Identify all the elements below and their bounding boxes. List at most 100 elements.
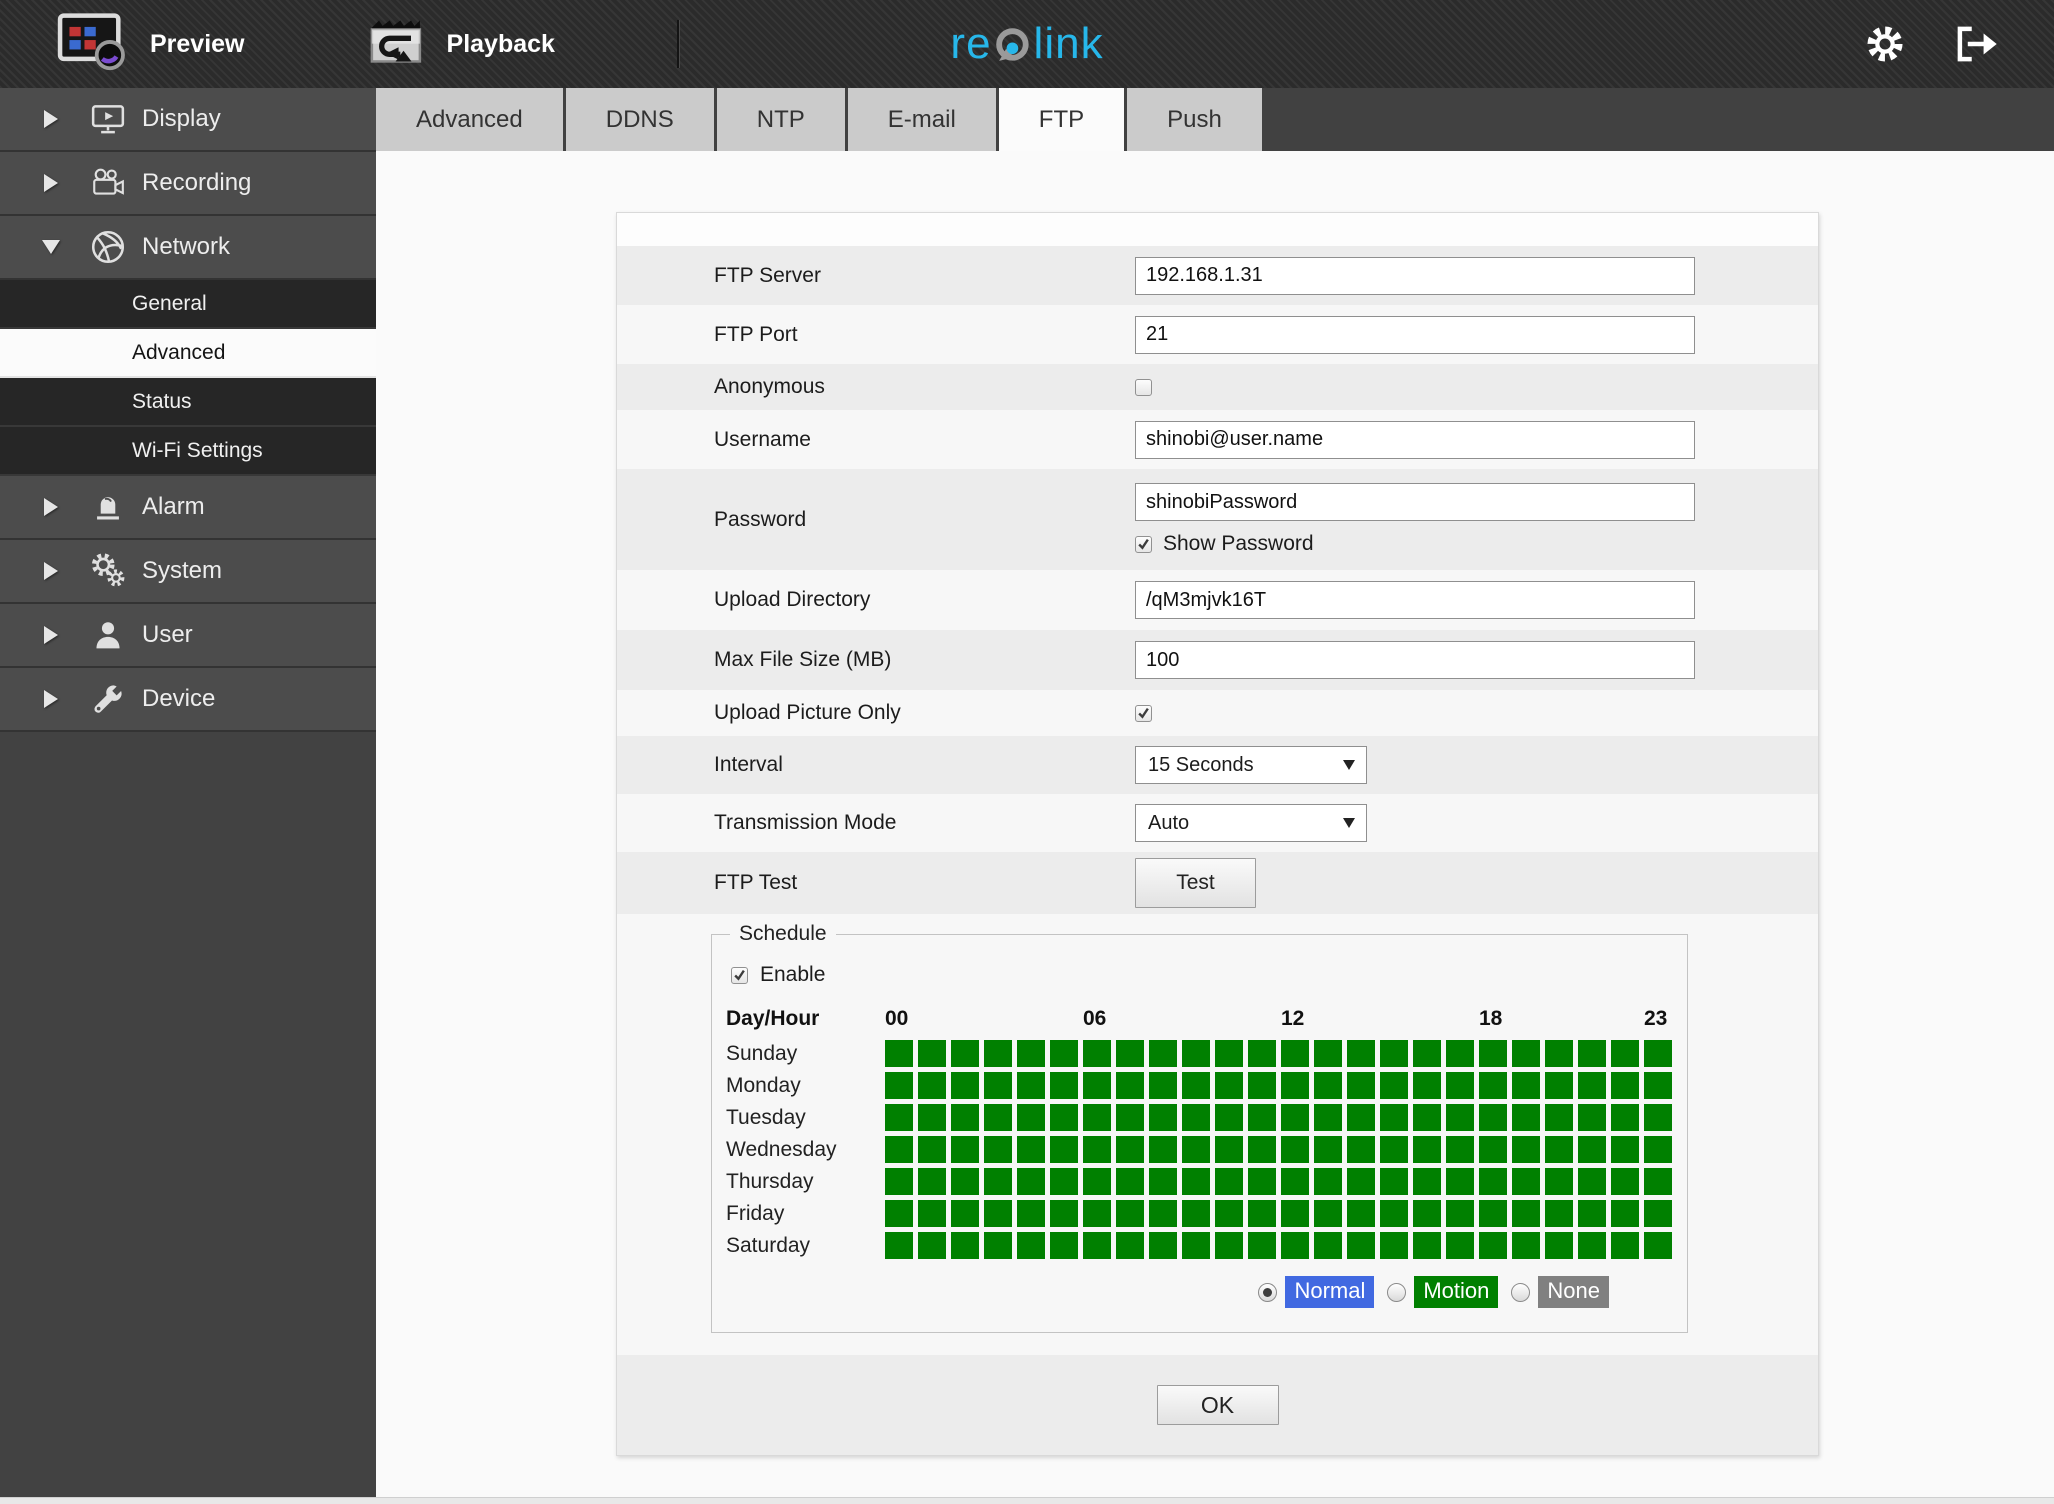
schedule-cell[interactable] xyxy=(1611,1104,1639,1131)
schedule-cell[interactable] xyxy=(1545,1168,1573,1195)
schedule-cell[interactable] xyxy=(1545,1232,1573,1259)
schedule-cell[interactable] xyxy=(1314,1168,1342,1195)
schedule-cell[interactable] xyxy=(1017,1136,1045,1163)
schedule-cell[interactable] xyxy=(1347,1072,1375,1099)
schedule-cell[interactable] xyxy=(1578,1072,1606,1099)
sidebar-item-wi-fi-settings[interactable]: Wi-Fi Settings xyxy=(0,427,376,476)
schedule-cell[interactable] xyxy=(1149,1200,1177,1227)
schedule-cell[interactable] xyxy=(1644,1168,1672,1195)
show-password-checkbox[interactable] xyxy=(1135,535,1152,553)
schedule-cell[interactable] xyxy=(1446,1232,1474,1259)
schedule-cell[interactable] xyxy=(1446,1168,1474,1195)
schedule-cell[interactable] xyxy=(1314,1104,1342,1131)
schedule-cell[interactable] xyxy=(1215,1136,1243,1163)
schedule-cell[interactable] xyxy=(1314,1232,1342,1259)
schedule-cell[interactable] xyxy=(1479,1168,1507,1195)
schedule-cell[interactable] xyxy=(1611,1200,1639,1227)
schedule-cell[interactable] xyxy=(1248,1104,1276,1131)
schedule-cell[interactable] xyxy=(1644,1232,1672,1259)
schedule-cell[interactable] xyxy=(984,1200,1012,1227)
schedule-cell[interactable] xyxy=(918,1072,946,1099)
schedule-cell[interactable] xyxy=(1644,1072,1672,1099)
schedule-cell[interactable] xyxy=(984,1232,1012,1259)
ftp-port-input[interactable] xyxy=(1135,315,1695,354)
schedule-cell[interactable] xyxy=(1248,1040,1276,1067)
schedule-cell[interactable] xyxy=(1512,1200,1540,1227)
schedule-cell[interactable] xyxy=(1314,1200,1342,1227)
schedule-cell[interactable] xyxy=(1182,1232,1210,1259)
schedule-cell[interactable] xyxy=(1248,1200,1276,1227)
schedule-cell[interactable] xyxy=(1116,1040,1144,1067)
schedule-cell[interactable] xyxy=(885,1136,913,1163)
schedule-cell[interactable] xyxy=(1215,1232,1243,1259)
schedule-cell[interactable] xyxy=(885,1040,913,1067)
schedule-cell[interactable] xyxy=(951,1104,979,1131)
schedule-cell[interactable] xyxy=(1644,1104,1672,1131)
schedule-cell[interactable] xyxy=(1083,1200,1111,1227)
schedule-cell[interactable] xyxy=(1050,1200,1078,1227)
schedule-cell[interactable] xyxy=(918,1040,946,1067)
schedule-cell[interactable] xyxy=(1413,1072,1441,1099)
schedule-cell[interactable] xyxy=(1347,1104,1375,1131)
schedule-cell[interactable] xyxy=(1281,1232,1309,1259)
schedule-cell[interactable] xyxy=(951,1168,979,1195)
schedule-cell[interactable] xyxy=(1545,1072,1573,1099)
schedule-enable-checkbox[interactable] xyxy=(731,966,748,984)
schedule-cell[interactable] xyxy=(1083,1104,1111,1131)
schedule-enable-toggle[interactable]: Enable xyxy=(731,963,1687,987)
sidebar-item-recording[interactable]: Recording xyxy=(0,152,376,216)
schedule-cell[interactable] xyxy=(984,1104,1012,1131)
schedule-cell[interactable] xyxy=(918,1104,946,1131)
ok-button[interactable]: OK xyxy=(1156,1385,1279,1425)
schedule-cell[interactable] xyxy=(1380,1232,1408,1259)
schedule-cell[interactable] xyxy=(1314,1136,1342,1163)
schedule-cell[interactable] xyxy=(1017,1104,1045,1131)
schedule-cell[interactable] xyxy=(918,1168,946,1195)
schedule-cell[interactable] xyxy=(1578,1200,1606,1227)
sidebar-item-display[interactable]: Display xyxy=(0,88,376,152)
schedule-cell[interactable] xyxy=(1578,1040,1606,1067)
mode-motion[interactable]: Motion xyxy=(1387,1276,1499,1308)
schedule-cell[interactable] xyxy=(1479,1104,1507,1131)
schedule-cell[interactable] xyxy=(1017,1040,1045,1067)
tab-push[interactable]: Push xyxy=(1127,88,1262,151)
schedule-cell[interactable] xyxy=(1116,1232,1144,1259)
schedule-cell[interactable] xyxy=(885,1168,913,1195)
schedule-cell[interactable] xyxy=(1314,1072,1342,1099)
schedule-cell[interactable] xyxy=(1149,1072,1177,1099)
schedule-cell[interactable] xyxy=(1281,1136,1309,1163)
schedule-cell[interactable] xyxy=(1578,1168,1606,1195)
schedule-cell[interactable] xyxy=(1248,1072,1276,1099)
schedule-cell[interactable] xyxy=(1545,1040,1573,1067)
schedule-cell[interactable] xyxy=(1182,1168,1210,1195)
schedule-cell[interactable] xyxy=(1512,1168,1540,1195)
schedule-cell[interactable] xyxy=(984,1040,1012,1067)
schedule-cell[interactable] xyxy=(951,1232,979,1259)
schedule-cell[interactable] xyxy=(1347,1136,1375,1163)
sidebar-item-network[interactable]: Network xyxy=(0,216,376,280)
schedule-cell[interactable] xyxy=(1083,1168,1111,1195)
schedule-cell[interactable] xyxy=(1116,1104,1144,1131)
schedule-cell[interactable] xyxy=(1149,1040,1177,1067)
schedule-cell[interactable] xyxy=(1413,1104,1441,1131)
schedule-cell[interactable] xyxy=(1083,1232,1111,1259)
schedule-cell[interactable] xyxy=(918,1136,946,1163)
schedule-cell[interactable] xyxy=(1050,1168,1078,1195)
schedule-cell[interactable] xyxy=(1512,1104,1540,1131)
upload-directory-input[interactable] xyxy=(1135,581,1695,619)
schedule-cell[interactable] xyxy=(1413,1168,1441,1195)
sidebar-item-device[interactable]: Device xyxy=(0,668,376,732)
schedule-cell[interactable] xyxy=(1050,1104,1078,1131)
schedule-cell[interactable] xyxy=(1281,1200,1309,1227)
schedule-cell[interactable] xyxy=(1215,1200,1243,1227)
tab-ddns[interactable]: DDNS xyxy=(565,88,714,151)
password-input[interactable] xyxy=(1135,483,1695,521)
interval-select[interactable]: 15 Seconds xyxy=(1135,746,1367,784)
schedule-cell[interactable] xyxy=(1380,1072,1408,1099)
schedule-cell[interactable] xyxy=(1446,1072,1474,1099)
schedule-cell[interactable] xyxy=(1347,1232,1375,1259)
preview-nav[interactable]: Preview xyxy=(54,10,245,79)
schedule-cell[interactable] xyxy=(1050,1136,1078,1163)
sidebar-item-advanced[interactable]: Advanced xyxy=(0,329,376,378)
schedule-cell[interactable] xyxy=(885,1200,913,1227)
